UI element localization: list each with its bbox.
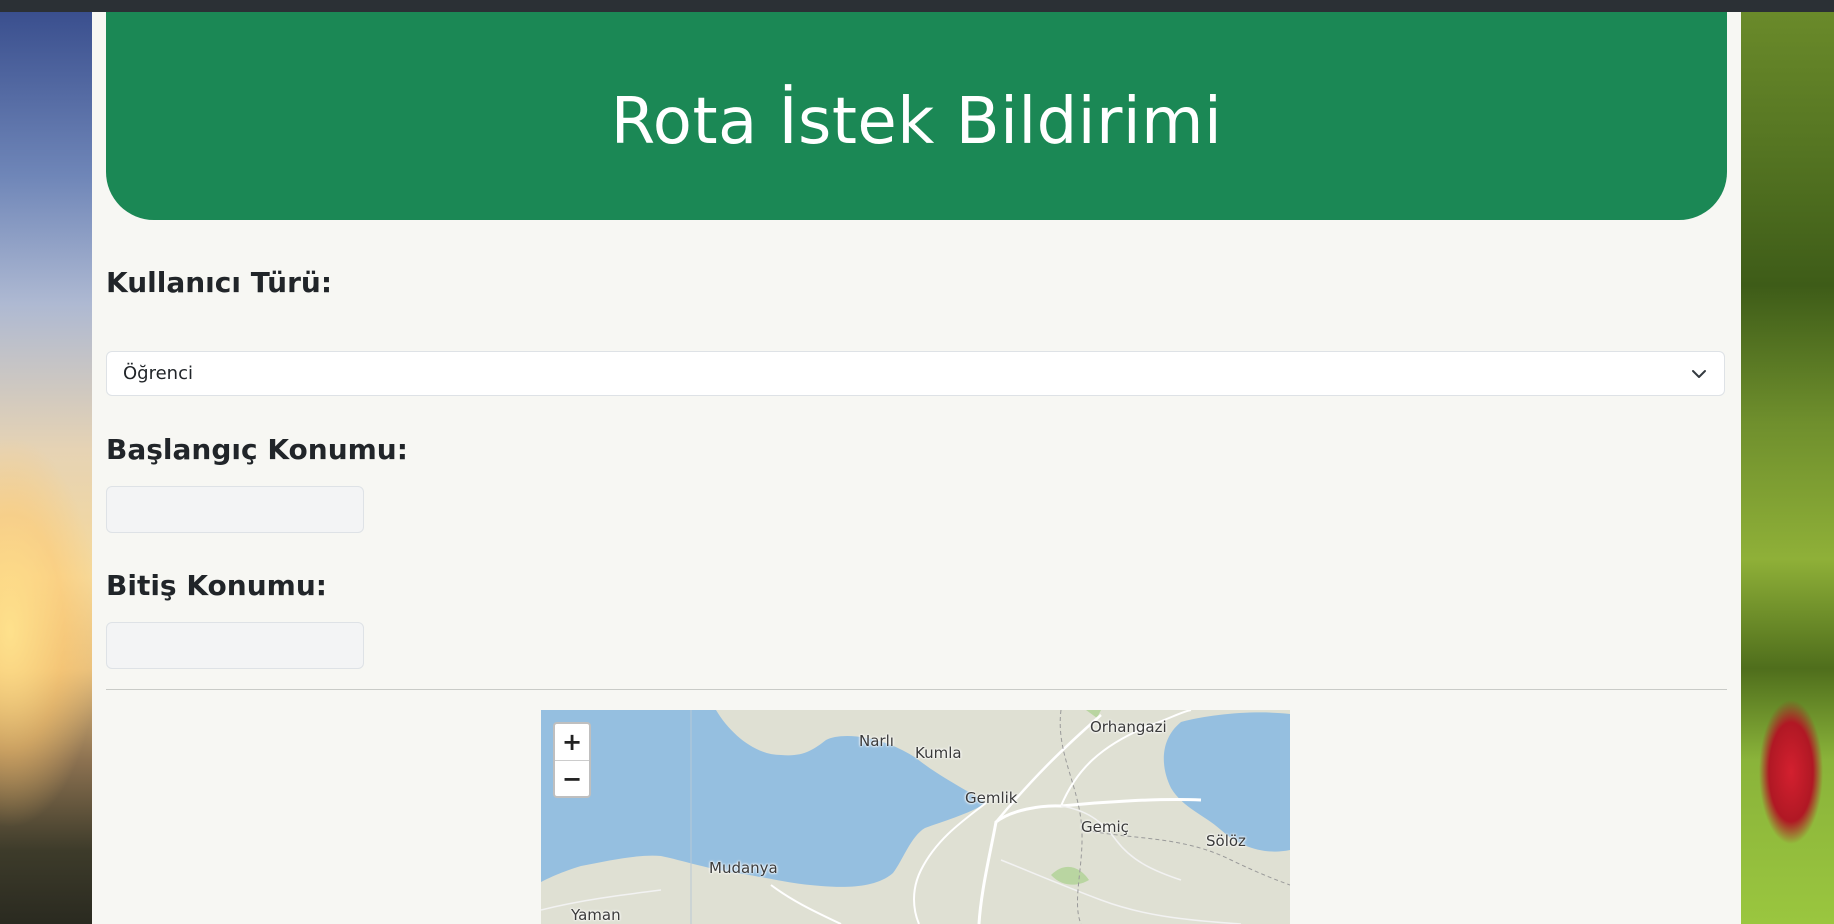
user-type-select[interactable]: Öğrenci xyxy=(106,351,1725,396)
map-label-gemic: Gemiç xyxy=(1081,818,1129,836)
user-type-selected-value: Öğrenci xyxy=(123,363,193,384)
end-location-input[interactable] xyxy=(106,622,364,669)
map-tiles xyxy=(541,710,1290,924)
map-label-gemlik: Gemlik xyxy=(965,789,1018,807)
map-label-narli: Narlı xyxy=(859,732,894,750)
page-container: Rota İstek Bildirimi Kullanıcı Türü: Öğr… xyxy=(92,12,1741,924)
browser-top-bar xyxy=(0,0,1834,12)
start-location-label: Başlangıç Konumu: xyxy=(106,433,408,466)
start-location-input[interactable] xyxy=(106,486,364,533)
map-label-mudanya: Mudanya xyxy=(709,859,778,877)
zoom-out-button[interactable]: − xyxy=(555,760,589,796)
user-type-label: Kullanıcı Türü: xyxy=(106,266,333,299)
map-label-soloz: Sölöz xyxy=(1206,832,1246,850)
page-header: Rota İstek Bildirimi xyxy=(106,12,1727,220)
map-label-orhangazi: Orhangazi xyxy=(1090,718,1167,736)
background-image-right xyxy=(1741,12,1834,924)
zoom-in-button[interactable]: + xyxy=(555,724,589,760)
map-zoom-control: + − xyxy=(553,722,591,798)
chevron-down-icon xyxy=(1690,365,1708,383)
end-location-label: Bitiş Konumu: xyxy=(106,569,327,602)
map-label-kumla: Kumla xyxy=(915,744,962,762)
map-label-yaman: Yaman xyxy=(571,906,621,924)
section-divider xyxy=(106,689,1727,690)
background-image-left xyxy=(0,12,92,924)
page-title: Rota İstek Bildirimi xyxy=(610,85,1223,159)
route-map[interactable]: Orhangazi Narlı Kumla Gemlik Gemiç Sölöz… xyxy=(541,710,1290,924)
